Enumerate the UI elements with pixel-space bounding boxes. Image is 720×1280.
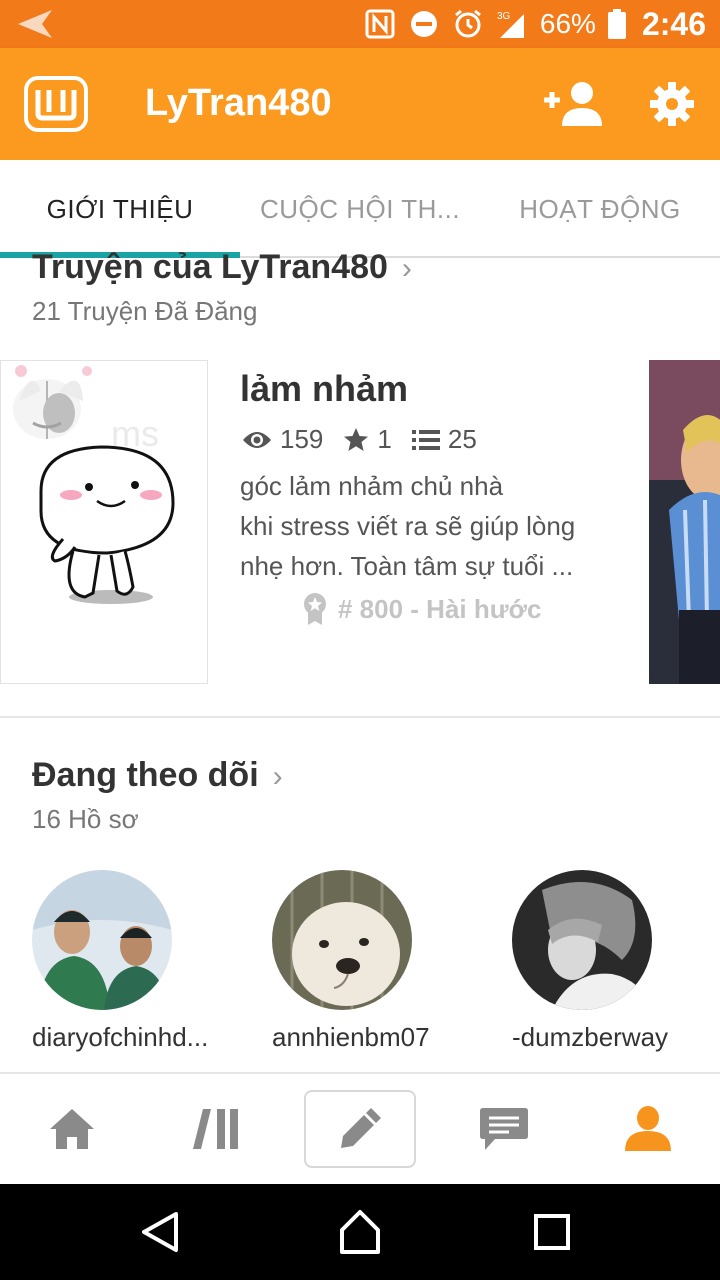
nav-messages[interactable]	[432, 1074, 576, 1184]
following-count: 16 Hồ sơ	[32, 804, 139, 834]
story-description-line: góc lảm nhảm chủ nhà	[240, 471, 504, 501]
follow-user-icon[interactable]	[544, 80, 602, 128]
system-recents-icon[interactable]	[528, 1208, 576, 1256]
settings-gear-icon[interactable]	[650, 82, 694, 126]
nav-write[interactable]	[304, 1090, 416, 1168]
alarm-icon	[454, 9, 481, 38]
parts-count: 25	[447, 424, 477, 454]
avatar[interactable]	[272, 870, 412, 1010]
tab-conversations[interactable]: CUỘC HỘI TH...	[240, 160, 480, 258]
nfc-icon	[365, 9, 395, 39]
next-cover-photo	[649, 360, 720, 684]
wattpad-logo-icon[interactable]	[24, 76, 88, 132]
following-username[interactable]: -dumzberway	[512, 1022, 692, 1053]
following-profile[interactable]: diaryofchinhd...	[32, 870, 212, 1053]
star-icon	[344, 427, 369, 451]
following-username[interactable]: diaryofchinhd...	[32, 1022, 212, 1053]
list-icon	[411, 429, 440, 450]
battery-icon	[607, 9, 626, 39]
following-username[interactable]: annhienbm07	[272, 1022, 452, 1053]
system-back-icon[interactable]	[136, 1208, 184, 1256]
rank-label: # 800 - Hài hước	[338, 593, 542, 624]
views-count: 159	[280, 424, 324, 454]
ranking-badge-icon	[304, 593, 326, 625]
following-section-header[interactable]: Đang theo dõi ›	[32, 756, 283, 795]
profile-username-title: LyTran480	[145, 82, 332, 124]
signal-icon: 3G	[497, 11, 524, 38]
home-icon	[50, 1109, 94, 1149]
system-home-icon[interactable]	[336, 1208, 384, 1256]
following-profile[interactable]: -dumzberway	[512, 870, 692, 1053]
do-not-disturb-icon	[410, 11, 437, 37]
story-cover[interactable]: ms	[0, 360, 208, 684]
views-stat: 159	[242, 424, 323, 455]
chevron-right-icon: ›	[401, 252, 412, 285]
nav-library[interactable]	[144, 1074, 288, 1184]
bottom-navigation	[0, 1074, 720, 1184]
story-stats: 159 1 25	[242, 424, 497, 455]
system-navigation-bar	[0, 1184, 720, 1280]
status-bar: 3G 66% 2:46	[0, 0, 720, 48]
votes-stat: 1	[343, 424, 392, 455]
pencil-icon	[341, 1108, 381, 1148]
story-description-line: khi stress viết ra sẽ giúp lòng	[240, 511, 576, 541]
app-bar: LyTran480	[0, 48, 720, 160]
story-rank: # 800 - Hài hước	[302, 592, 542, 626]
eye-icon	[243, 431, 271, 448]
story-description: góc lảm nhảm chủ nhà khi stress viết ra …	[240, 466, 620, 586]
tab-activity[interactable]: HOẠT ĐỘNG	[480, 160, 720, 258]
profile-icon	[625, 1106, 671, 1151]
clock: 2:46	[641, 5, 706, 42]
chevron-right-icon: ›	[272, 760, 283, 793]
stories-section-header[interactable]: Truyện của LyTran480 ›	[32, 248, 412, 287]
profile-tabs: GIỚI THIỆU CUỘC HỘI TH... HOẠT ĐỘNG	[0, 160, 720, 258]
stories-count: 21 Truyện Đã Đăng	[32, 296, 258, 326]
next-story-cover[interactable]	[649, 360, 720, 684]
stories-section-title: Truyện của LyTran480	[32, 248, 388, 286]
nav-profile[interactable]	[576, 1074, 720, 1184]
tab-about[interactable]: GIỚI THIỆU	[0, 160, 240, 258]
parts-stat: 25	[411, 424, 477, 455]
nav-home[interactable]	[0, 1074, 144, 1184]
messages-icon	[480, 1108, 528, 1150]
following-profile[interactable]: annhienbm07	[272, 870, 452, 1053]
story-description-line: nhẹ hơn. Toàn tâm sự tuổi ...	[240, 551, 574, 581]
following-section-title: Đang theo dõi	[32, 756, 259, 794]
back-arrow-icon[interactable]	[14, 8, 54, 40]
avatar[interactable]	[512, 870, 652, 1010]
story-title[interactable]: lảm nhảm	[240, 368, 408, 410]
votes-count: 1	[377, 424, 392, 454]
avatar[interactable]	[32, 870, 172, 1010]
battery-percentage: 66%	[539, 8, 596, 39]
cover-illustration: ms	[13, 365, 175, 604]
section-divider	[0, 716, 720, 718]
svg-text:3G: 3G	[497, 11, 511, 22]
library-icon	[193, 1109, 238, 1149]
